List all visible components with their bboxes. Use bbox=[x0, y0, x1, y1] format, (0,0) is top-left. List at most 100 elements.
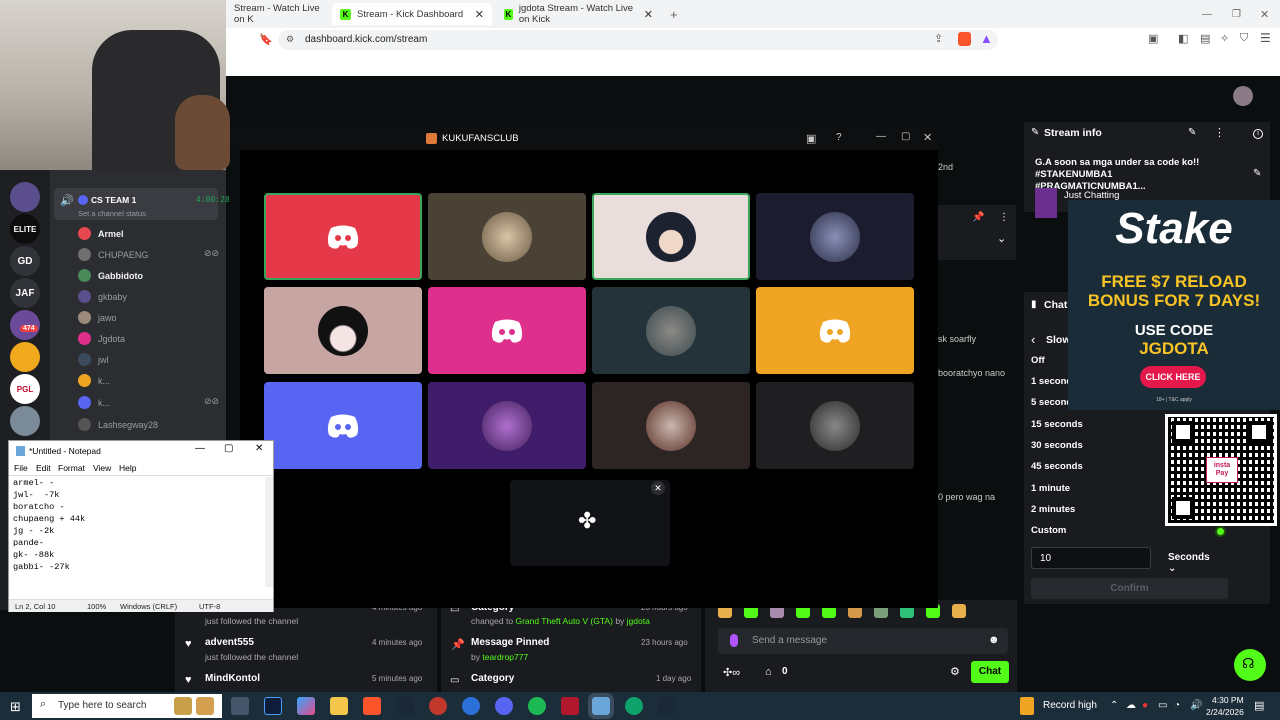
server-pgl[interactable]: PGL bbox=[10, 374, 40, 404]
server-icon[interactable] bbox=[10, 182, 40, 212]
close-tab-icon[interactable]: ✕ bbox=[475, 8, 484, 21]
discord-icon[interactable] bbox=[495, 697, 513, 715]
info-icon[interactable]: i bbox=[1253, 129, 1263, 139]
points-icon[interactable]: ✣∞ bbox=[723, 666, 740, 679]
maximize-icon[interactable]: ▢ bbox=[901, 131, 910, 142]
close-window-icon[interactable]: ✕ bbox=[1252, 3, 1277, 25]
taskbar-search[interactable]: Type here to search bbox=[32, 694, 222, 718]
slow-option-1s[interactable]: 1 second bbox=[1031, 376, 1072, 387]
steam-icon[interactable] bbox=[658, 697, 676, 715]
back-chevron-icon[interactable]: ‹ bbox=[1031, 332, 1035, 347]
minimize-icon[interactable]: — bbox=[876, 131, 886, 142]
voice-user[interactable]: jwl bbox=[78, 353, 109, 366]
obs-icon[interactable] bbox=[429, 697, 447, 715]
start-icon[interactable]: ⊞ bbox=[10, 699, 21, 715]
widgets-icon[interactable] bbox=[196, 697, 214, 715]
slow-option-45s[interactable]: 45 seconds bbox=[1031, 461, 1083, 472]
edge-icon[interactable] bbox=[625, 697, 643, 715]
app-icon[interactable] bbox=[462, 697, 480, 715]
menu-edit[interactable]: Edit bbox=[36, 463, 51, 473]
wifi-icon[interactable]: ◔ bbox=[1174, 700, 1180, 711]
close-tab-icon[interactable]: ✕ bbox=[644, 8, 653, 21]
file-explorer-icon[interactable] bbox=[330, 697, 348, 715]
voice-user[interactable]: Gabbidoto bbox=[78, 269, 143, 282]
voice-user[interactable]: Lashsegway28 bbox=[78, 418, 158, 431]
server-icon[interactable] bbox=[10, 342, 40, 372]
new-tab-icon[interactable]: + bbox=[662, 3, 686, 25]
restore-window-icon[interactable]: ❐ bbox=[1224, 3, 1249, 25]
close-icon[interactable]: ✕ bbox=[255, 443, 263, 454]
participant-tile[interactable] bbox=[428, 287, 586, 374]
popout-icon[interactable]: ▣ bbox=[806, 132, 816, 145]
mic-icon[interactable] bbox=[730, 634, 738, 647]
more-icon[interactable]: ⋮ bbox=[999, 212, 1009, 223]
close-icon[interactable]: ✕ bbox=[923, 131, 932, 144]
emote-icon[interactable] bbox=[952, 604, 966, 618]
url-field[interactable]: dashboard.kick.com/stream bbox=[278, 30, 998, 50]
custom-slow-input[interactable]: 10 bbox=[1031, 547, 1151, 569]
news-icon[interactable] bbox=[174, 697, 192, 715]
settings-icon[interactable]: ⚙ bbox=[950, 665, 960, 678]
radio-selected-icon[interactable] bbox=[1215, 526, 1226, 537]
server-icon[interactable] bbox=[10, 406, 40, 436]
slow-option-30s[interactable]: 30 seconds bbox=[1031, 440, 1083, 451]
clock-date[interactable]: 2/24/2026 bbox=[1206, 707, 1244, 717]
activity-user[interactable]: MindKontol bbox=[205, 673, 260, 684]
participant-tile[interactable] bbox=[428, 382, 586, 469]
participant-tile[interactable] bbox=[756, 382, 914, 469]
avatar[interactable] bbox=[1233, 86, 1253, 106]
minimize-window-icon[interactable]: — bbox=[1194, 3, 1220, 25]
menu-view[interactable]: View bbox=[93, 463, 111, 473]
participant-tile[interactable] bbox=[264, 193, 422, 280]
send-message-input[interactable]: Send a message ☻ bbox=[718, 628, 1008, 654]
slow-option-2m[interactable]: 2 minutes bbox=[1031, 504, 1075, 515]
gift-icon[interactable]: ⌂ bbox=[765, 666, 772, 678]
pin-icon[interactable]: 📌 bbox=[972, 212, 984, 223]
site-info-icon[interactable]: ⚙ bbox=[286, 34, 294, 45]
steam-icon[interactable] bbox=[396, 697, 414, 715]
voice-user[interactable]: gkbaby bbox=[78, 290, 127, 303]
ad-click-button[interactable]: CLICK HERE bbox=[1140, 366, 1206, 388]
brave-rewards-icon[interactable]: ▲ bbox=[980, 31, 993, 46]
slow-option-1m[interactable]: 1 minute bbox=[1031, 483, 1070, 494]
spotify-icon[interactable] bbox=[528, 697, 546, 715]
slow-option-15s[interactable]: 15 seconds bbox=[1031, 419, 1083, 430]
participant-tile[interactable] bbox=[264, 382, 422, 469]
network-icon[interactable]: ☁ bbox=[1126, 700, 1136, 711]
tab-stream-watch[interactable]: Stream - Watch Live on K bbox=[226, 3, 328, 25]
minimize-icon[interactable]: — bbox=[195, 443, 205, 454]
app-icon[interactable] bbox=[561, 697, 579, 715]
server-jaf[interactable]: JAF bbox=[10, 278, 40, 308]
share-icon[interactable]: ⇪ bbox=[934, 32, 943, 45]
voice-user[interactable]: k... bbox=[78, 396, 110, 409]
notepad-taskbar-icon[interactable] bbox=[588, 693, 614, 719]
brave-icon[interactable] bbox=[363, 697, 381, 715]
unit-select[interactable]: Seconds ⌄ bbox=[1160, 547, 1228, 574]
emoji-icon[interactable]: ☻ bbox=[988, 634, 1000, 646]
notepad-text-area[interactable]: armel- - jwl- -7k boratcho - chupaeng + … bbox=[13, 477, 85, 573]
voice-user[interactable]: Jgdota bbox=[78, 332, 125, 345]
notifications-icon[interactable]: ▤ bbox=[1254, 699, 1264, 712]
clock-time[interactable]: 4:30 PM bbox=[1212, 695, 1244, 705]
participant-tile[interactable] bbox=[428, 193, 586, 280]
wallet-icon[interactable]: ▤ bbox=[1200, 32, 1210, 45]
support-button[interactable]: ☊ bbox=[1234, 649, 1266, 681]
weather-icon[interactable] bbox=[1020, 697, 1034, 715]
voice-user[interactable]: CHUPAENG bbox=[78, 248, 148, 261]
app-icon[interactable] bbox=[264, 697, 282, 715]
voice-user[interactable]: k... bbox=[78, 374, 110, 387]
menu-format[interactable]: Format bbox=[58, 463, 85, 473]
participant-tile[interactable] bbox=[592, 382, 750, 469]
edit-icon[interactable]: ✎ bbox=[1188, 127, 1196, 138]
participant-tile[interactable] bbox=[592, 193, 750, 280]
channel-status[interactable]: Set a channel status bbox=[78, 209, 146, 218]
chat-send-button[interactable]: Chat bbox=[971, 661, 1009, 683]
participant-tile[interactable] bbox=[756, 287, 914, 374]
brave-shield-icon[interactable] bbox=[958, 32, 971, 46]
participant-tile[interactable] bbox=[756, 193, 914, 280]
server-elite[interactable]: ELITE bbox=[10, 214, 40, 244]
menu-file[interactable]: File bbox=[14, 463, 28, 473]
participant-tile[interactable] bbox=[592, 287, 750, 374]
slow-option-custom[interactable]: Custom bbox=[1031, 525, 1066, 536]
participant-tile[interactable] bbox=[264, 287, 422, 374]
